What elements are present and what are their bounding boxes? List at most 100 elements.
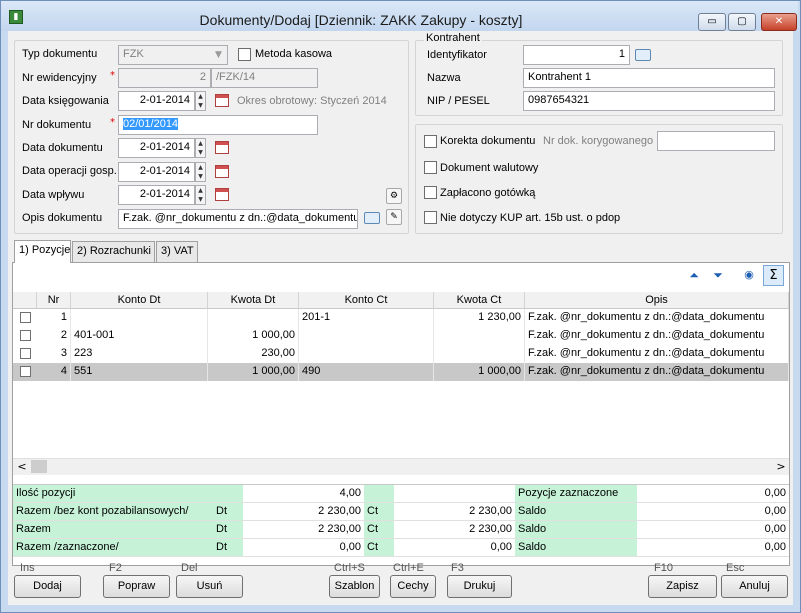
cell-nr: 3 — [37, 345, 71, 363]
cell-nr: 4 — [37, 363, 71, 381]
korekta-checkbox[interactable] — [424, 135, 437, 148]
move-up-icon[interactable]: ⏶ — [687, 268, 701, 282]
cell-opis: F.zak. @nr_dokumentu z dn.:@data_dokumen… — [525, 363, 789, 381]
data-dokumentu-spinner[interactable]: ▲ ▼ — [195, 138, 206, 158]
column-header-kwota-ct[interactable]: Kwota Ct — [434, 292, 525, 309]
summary-right-label: Saldo — [515, 503, 637, 521]
kup-checkbox[interactable] — [424, 211, 437, 224]
row-checkbox[interactable] — [20, 348, 31, 359]
tab-rozrachunki[interactable]: 2) Rozrachunki — [72, 241, 155, 262]
cell-kwota-dt — [208, 309, 299, 327]
title-bar[interactable]: ▮ Dokumenty/Dodaj [Dziennik: ZAKK Zakupy… — [1, 1, 798, 31]
walutowy-label: Dokument walutowy — [440, 162, 539, 174]
tab-pozycje[interactable]: 1) Pozycje — [14, 240, 71, 263]
walutowy-checkbox[interactable] — [424, 161, 437, 174]
attribute-settings-icon[interactable]: ⚙ — [386, 188, 402, 204]
tab-vat[interactable]: 3) VAT — [156, 241, 198, 262]
data-ksiegowania-input[interactable]: 2-01-2014 — [118, 91, 195, 111]
table-row[interactable]: 2 401-001 1 000,00 F.zak. @nr_dokumentu … — [13, 327, 789, 345]
sum-icon[interactable]: Σ — [763, 265, 784, 286]
metoda-kasowa-checkbox[interactable] — [238, 48, 251, 61]
data-wplywu-input[interactable]: 2-01-2014 — [118, 185, 195, 205]
preview-icon[interactable]: ◉ — [741, 267, 757, 283]
data-dokumentu-label: Data dokumentu — [22, 142, 103, 154]
korekta-label: Korekta dokumentu — [440, 135, 536, 147]
cell-konto-dt — [71, 309, 208, 327]
scroll-left-icon[interactable]: < — [15, 459, 29, 474]
column-header-kwota-dt[interactable]: Kwota Dt — [208, 292, 299, 309]
usun-button[interactable]: Usuń — [176, 575, 243, 598]
cell-nr: 1 — [37, 309, 71, 327]
identyfikator-input[interactable]: 1 — [523, 45, 630, 65]
zapisz-button[interactable]: Zapisz — [648, 575, 717, 598]
column-header-konto-dt[interactable]: Konto Dt — [71, 292, 208, 309]
opis-dokumentu-input[interactable]: F.zak. @nr_dokumentu z dn.:@data_dokumen… — [118, 209, 358, 229]
column-header-select — [13, 292, 37, 309]
data-wplywu-spinner[interactable]: ▲ ▼ — [195, 185, 206, 205]
close-button[interactable]: ✕ — [761, 13, 797, 31]
summary-ct-value: 2 230,00 — [394, 503, 515, 521]
chevron-down-icon[interactable]: ▼ — [210, 45, 228, 65]
summary-dt-value: 2 230,00 — [243, 521, 364, 539]
dodaj-button[interactable]: Dodaj — [14, 575, 81, 598]
edit-icon[interactable]: ✎ — [386, 209, 402, 225]
summary-dt-label: Dt — [213, 539, 243, 557]
column-header-nr[interactable]: Nr — [37, 292, 71, 309]
summary-dt-label: Dt — [213, 521, 243, 539]
horizontal-scrollbar[interactable] — [13, 458, 789, 475]
calendar-icon[interactable] — [215, 94, 229, 107]
data-operacji-spinner[interactable]: ▲ ▼ — [195, 162, 206, 182]
nr-korygowanego-input[interactable] — [657, 131, 775, 151]
summary-right-value: 0,00 — [637, 503, 789, 521]
column-header-konto-ct[interactable]: Konto Ct — [299, 292, 434, 309]
cell-konto-ct: 201-1 — [299, 309, 434, 327]
cell-opis: F.zak. @nr_dokumentu z dn.:@data_dokumen… — [525, 309, 789, 327]
maximize-button[interactable]: ▢ — [728, 13, 756, 31]
table-row[interactable]: 1 201-1 1 230,00 F.zak. @nr_dokumentu z … — [13, 309, 789, 327]
szablon-button[interactable]: Szablon — [329, 575, 380, 598]
popraw-shortcut: F2 — [109, 562, 122, 574]
summary-right-label: Saldo — [515, 521, 637, 539]
nr-ewidencyjny-number[interactable]: 2 — [118, 68, 211, 88]
anuluj-button[interactable]: Anuluj — [721, 575, 788, 598]
folder-icon[interactable] — [635, 49, 651, 61]
metoda-kasowa-label: Metoda kasowa — [255, 48, 333, 60]
data-ksiegowania-label: Data księgowania — [22, 95, 109, 107]
summary-ct-value: 0,00 — [394, 539, 515, 557]
cechy-button[interactable]: Cechy — [390, 575, 436, 598]
data-ksiegowania-spinner[interactable]: ▲ ▼ — [195, 91, 206, 111]
nazwa-input[interactable]: Kontrahent 1 — [523, 68, 775, 88]
scroll-right-icon[interactable]: > — [774, 459, 788, 474]
folder-icon[interactable] — [364, 212, 380, 224]
summary-ct-label: Ct — [364, 539, 394, 557]
scrollbar-thumb[interactable] — [31, 460, 47, 473]
typ-dokumentu-combo[interactable]: FZK — [118, 45, 213, 65]
calendar-icon[interactable] — [215, 188, 229, 201]
cell-kwota-ct — [434, 327, 525, 345]
popraw-button[interactable]: Popraw — [103, 575, 170, 598]
drukuj-shortcut: F3 — [451, 562, 464, 574]
cell-opis: F.zak. @nr_dokumentu z dn.:@data_dokumen… — [525, 345, 789, 363]
calendar-icon[interactable] — [215, 165, 229, 178]
column-header-opis[interactable]: Opis — [525, 292, 789, 309]
drukuj-button[interactable]: Drukuj — [447, 575, 512, 598]
row-checkbox[interactable] — [20, 366, 31, 377]
gotowka-checkbox[interactable] — [424, 186, 437, 199]
data-dokumentu-input[interactable]: 2-01-2014 — [118, 138, 195, 158]
usun-shortcut: Del — [181, 562, 198, 574]
row-checkbox[interactable] — [20, 330, 31, 341]
gotowka-label: Zapłacono gotówką — [440, 187, 536, 199]
data-operacji-input[interactable]: 2-01-2014 — [118, 162, 195, 182]
minimize-button[interactable]: ▭ — [698, 13, 726, 31]
szablon-shortcut: Ctrl+S — [334, 562, 365, 574]
summary-right-value: 0,00 — [637, 539, 789, 557]
move-down-icon[interactable]: ⏷ — [711, 268, 725, 282]
summary-label: Ilość pozycji — [13, 485, 213, 503]
table-row-selected[interactable]: 4 551 1 000,00 490 1 000,00 F.zak. @nr_d… — [13, 363, 789, 381]
dodaj-shortcut: Ins — [20, 562, 35, 574]
calendar-icon[interactable] — [215, 141, 229, 154]
table-row[interactable]: 3 223 230,00 F.zak. @nr_dokumentu z dn.:… — [13, 345, 789, 363]
nip-pesel-input[interactable]: 0987654321 — [523, 91, 775, 111]
nr-dokumentu-input[interactable]: 02/01/2014 — [118, 115, 318, 135]
row-checkbox[interactable] — [20, 312, 31, 323]
